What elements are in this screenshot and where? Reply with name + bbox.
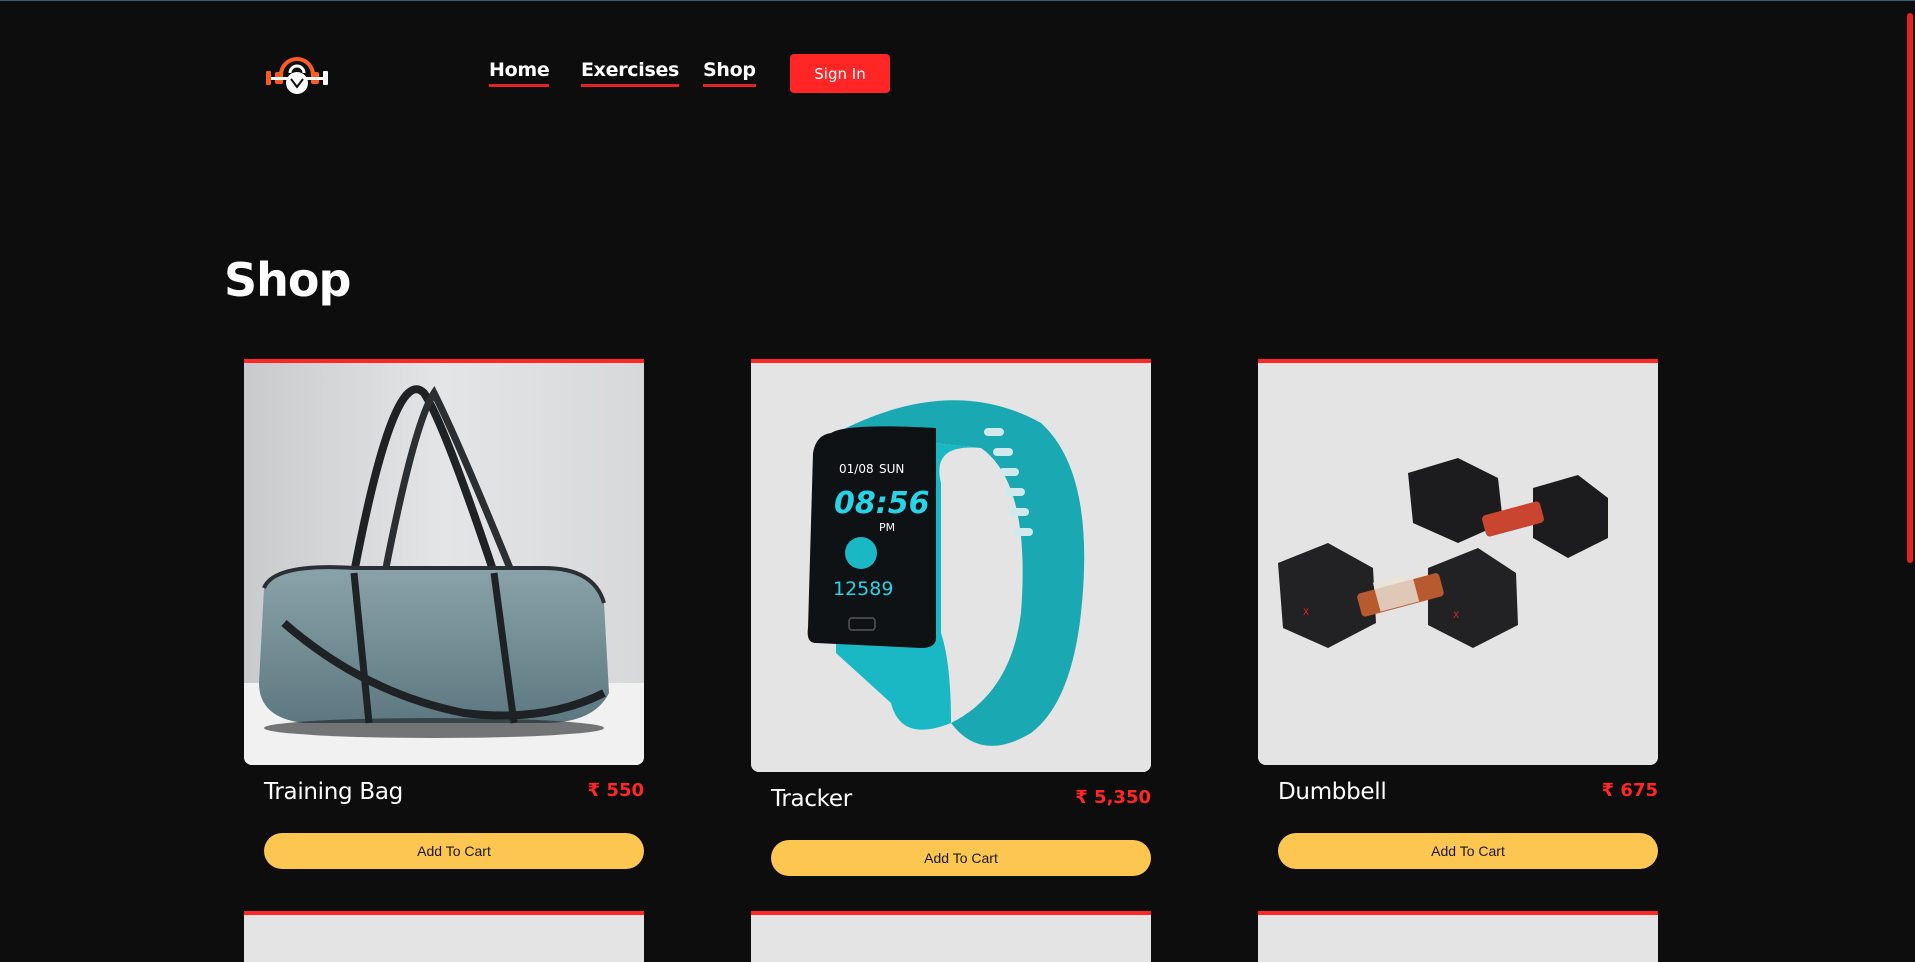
tracker-screen-ampm: PM [879,521,895,534]
product-card-partial[interactable] [244,911,644,962]
svg-text:X: X [1453,611,1459,621]
footsteps-icon [845,537,877,569]
nav-link-home[interactable]: Home [489,59,550,87]
product-price: ₹ 550 [587,780,644,801]
product-card: X X Dumbbell ₹ 675 Add To Cart [1258,359,1658,869]
gym-bag-image[interactable] [244,359,644,765]
product-price: ₹ 675 [1601,780,1658,801]
page-title: Shop [224,253,351,307]
add-to-cart-button[interactable]: Add To Cart [771,840,1151,876]
tracker-screen-date: 01/08 [839,462,874,476]
sign-in-button[interactable]: Sign In [790,54,890,93]
nav-link-shop[interactable]: Shop [703,59,756,87]
nav-link-exercises[interactable]: Exercises [581,59,679,87]
svg-text:X: X [1303,608,1309,618]
product-price: ₹ 5,350 [1075,787,1151,808]
tracker-screen-day: SUN [879,462,904,476]
product-card-partial[interactable] [1258,911,1658,962]
page-scrollbar[interactable] [1905,1,1915,962]
product-card: 01/08 SUN 08:56 PM 12589 Tracker ₹ 5,350… [751,359,1151,876]
tracker-screen-time: 08:56 [834,486,930,521]
product-card-partial[interactable] [751,911,1151,962]
top-navbar: Home Exercises Shop Sign In [0,53,1915,97]
add-to-cart-button[interactable]: Add To Cart [264,833,644,869]
fitness-tracker-image[interactable]: 01/08 SUN 08:56 PM 12589 [751,359,1151,772]
dumbbell-image[interactable]: X X [1258,359,1658,765]
tracker-screen-steps: 12589 [833,578,893,600]
product-card: Training Bag ₹ 550 Add To Cart [244,359,644,869]
product-name: Dumbbell [1278,779,1387,805]
add-to-cart-button[interactable]: Add To Cart [1278,833,1658,869]
product-name: Training Bag [264,779,403,805]
product-name: Tracker [771,786,852,812]
logo-icon[interactable] [264,55,330,97]
